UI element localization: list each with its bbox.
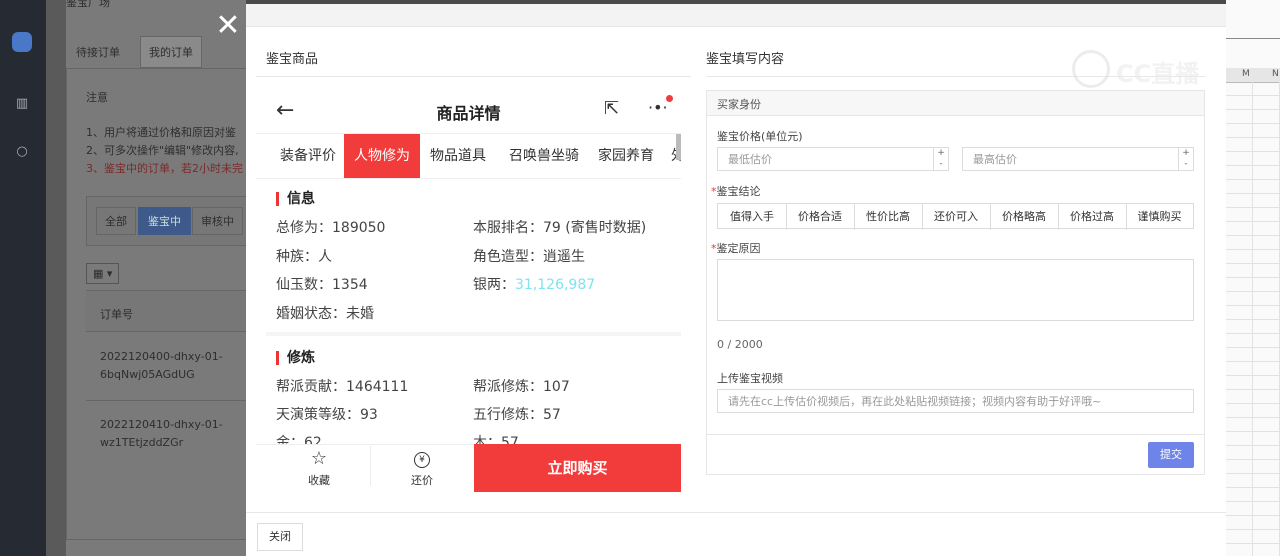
min-price-stepper[interactable]: + -: [933, 148, 948, 170]
tab-home[interactable]: 家园养育: [592, 134, 660, 178]
conclusion-option[interactable]: 价格略高: [990, 204, 1059, 230]
watermark-text: CC直播: [1116, 60, 1200, 88]
share-icon[interactable]: ⇱: [604, 98, 619, 119]
practice-five-elements: 五行修炼：57: [473, 407, 561, 423]
bg-notice-line: 3、鉴宝中的订单，若2小时未完: [86, 162, 243, 175]
info-silver: 银两：31,126,987: [473, 277, 596, 293]
practice-section-title: 修炼: [276, 351, 315, 365]
cc-logo-icon: [1072, 50, 1110, 88]
practice-tianyan-level: 天演策等级：93: [276, 407, 378, 423]
min-price-input[interactable]: 最低估价: [717, 147, 949, 171]
info-section-title: 信息: [276, 192, 315, 206]
price-label: 鉴宝价格(单位元): [717, 130, 803, 143]
bg-order-id: 2022120410-dhxy-01-: [100, 418, 223, 431]
submit-button[interactable]: 提交: [1148, 442, 1194, 468]
info-server-rank: 本服排名：79 (寄售时数据): [473, 220, 647, 236]
bg-notice-line: 2、可多次操作"编辑"修改内容,: [86, 144, 239, 157]
info-role-model: 角色造型：逍遥生: [473, 249, 585, 265]
yuan-icon[interactable]: ¥: [414, 452, 430, 468]
right-section-title: 鉴宝填写内容: [706, 52, 785, 67]
info-marriage: 婚姻状态：未婚: [276, 306, 374, 322]
practice-guild-contribution: 帮派贡献：1464111: [276, 379, 409, 395]
max-price-input[interactable]: 最高估价: [962, 147, 1194, 171]
counter-offer-button[interactable]: 还价: [400, 472, 444, 488]
video-link-input[interactable]: 请先在cc上传估价视频后，再在此处粘贴视频链接；视频内容有助于好评哦~: [717, 389, 1194, 413]
tab-character[interactable]: 人物修为: [344, 134, 420, 178]
conclusion-option[interactable]: 值得入手: [718, 204, 787, 230]
favorite-button[interactable]: 收藏: [296, 472, 342, 488]
tab-equipment[interactable]: 装备评价: [272, 134, 344, 178]
bg-notice-title: 注意: [86, 91, 108, 104]
info-race: 种族：人: [276, 249, 332, 265]
grid-view-icon[interactable]: ▦ ▾: [86, 263, 120, 284]
building-icon[interactable]: ▥: [12, 94, 32, 114]
close-icon[interactable]: ✕: [214, 11, 242, 41]
bg-tab-my-orders[interactable]: 我的订单: [140, 36, 202, 68]
left-section-title: 鉴宝商品: [266, 52, 319, 67]
conclusion-option[interactable]: 价格合适: [786, 204, 855, 230]
sheet-col-header: M: [1242, 69, 1250, 79]
bg-order-id: 2022120400-dhxy-01-: [100, 350, 223, 363]
notification-dot: [666, 95, 673, 102]
bg-title: 鉴宝广场: [66, 0, 110, 9]
conclusion-label: *鉴宝结论: [711, 185, 761, 198]
background-page: 鉴宝广场 待接订单 我的订单 注意 1、用户将通过价格和原因对鉴 2、可多次操作…: [46, 0, 246, 556]
sheet-col-header: N: [1272, 69, 1279, 79]
watermark: CC直播: [1072, 48, 1222, 90]
bg-order-id: wz1TEtjzddZGr: [100, 436, 184, 449]
conclusion-options: 值得入手 价格合适 性价比高 还价可入 价格略高 价格过高 谨慎购买: [717, 203, 1194, 230]
reason-textarea[interactable]: [717, 259, 1194, 321]
info-total-cultivation: 总修为：189050: [276, 220, 386, 236]
conclusion-option[interactable]: 谨慎购买: [1126, 204, 1193, 230]
reason-label: *鉴定原因: [711, 242, 761, 255]
star-icon[interactable]: ☆: [306, 448, 332, 469]
more-icon[interactable]: ·•·: [648, 98, 668, 117]
video-label: 上传鉴宝视频: [717, 372, 783, 385]
conclusion-option[interactable]: 价格过高: [1058, 204, 1127, 230]
bg-filter-review[interactable]: 审核中: [192, 207, 243, 235]
bg-notice-line: 1、用户将通过价格和原因对鉴: [86, 126, 236, 139]
tab-items[interactable]: 物品道具: [424, 134, 492, 178]
bg-order-id: 6bqNwj05AGdUG: [100, 368, 195, 381]
app-logo-icon[interactable]: [12, 32, 32, 52]
spreadsheet-window: M N: [1226, 0, 1280, 556]
product-detail-view: ← 商品详情 ⇱ ·•· 装备评价 人物修为 物品道具 召唤兽坐骑 家园养育 外…: [256, 90, 681, 492]
char-count: 0 / 2000: [717, 338, 763, 351]
user-icon[interactable]: ○: [12, 142, 32, 162]
conclusion-option[interactable]: 性价比高: [854, 204, 923, 230]
close-button[interactable]: 关闭: [257, 523, 303, 551]
tab-pets[interactable]: 召唤兽坐骑: [500, 134, 588, 178]
bg-column-order-id: 订单号: [100, 308, 133, 321]
left-nav: ▥ ○: [0, 0, 46, 556]
max-price-stepper[interactable]: + -: [1178, 148, 1193, 170]
bg-filter-all[interactable]: 全部: [96, 207, 136, 235]
practice-guild-cultivation: 帮派修炼：107: [473, 379, 570, 395]
appraisal-form: 买家身份 鉴宝价格(单位元) 最低估价 + - 最高估价 + - *鉴宝结论 值得入…: [706, 90, 1205, 475]
bg-tab-pending[interactable]: 待接订单: [76, 44, 120, 60]
tabs-scrollbar[interactable]: [676, 134, 681, 160]
buy-now-button[interactable]: 立即购买: [474, 444, 681, 492]
info-jade: 仙玉数：1354: [276, 277, 368, 293]
form-section-header: 买家身份: [717, 98, 761, 111]
conclusion-option[interactable]: 还价可入: [922, 204, 991, 230]
bg-filter-appraising[interactable]: 鉴宝中: [138, 207, 191, 235]
